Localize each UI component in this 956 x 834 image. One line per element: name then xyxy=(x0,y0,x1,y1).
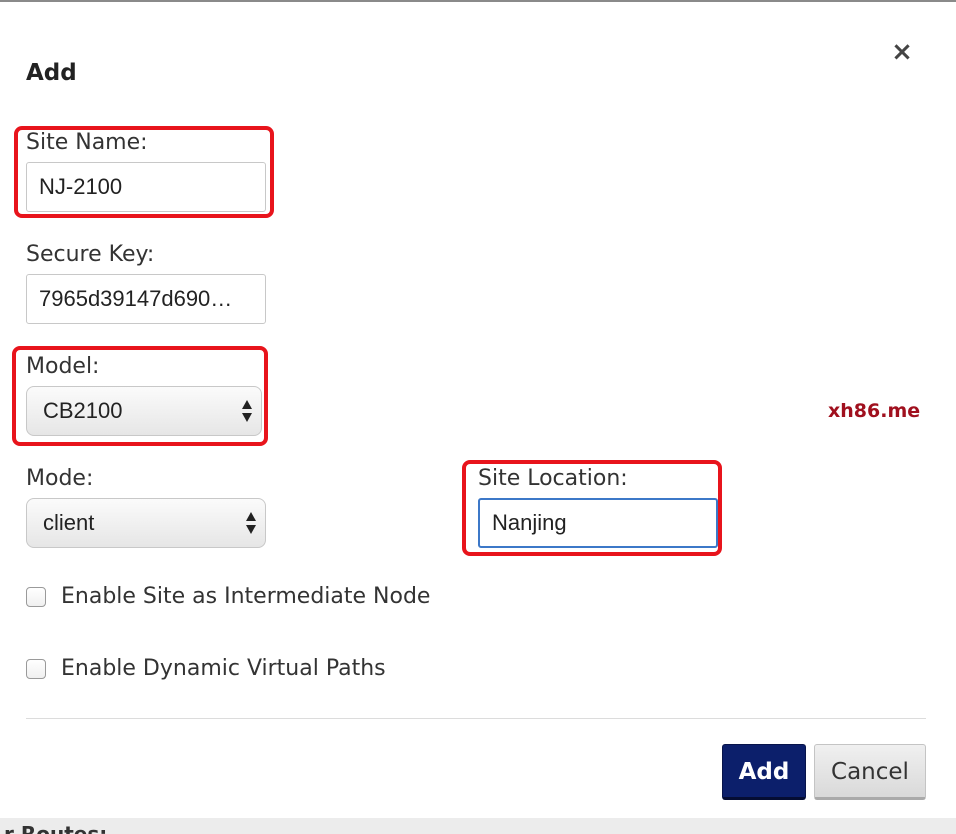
dynamic-paths-checkbox[interactable] xyxy=(26,658,46,679)
site-name-label: Site Name: xyxy=(26,130,148,155)
model-select[interactable]: CB2100 xyxy=(26,386,262,436)
secure-key-input[interactable]: 7965d39147d690… xyxy=(26,274,266,324)
select-arrows-icon xyxy=(242,400,252,422)
site-location-input[interactable]: Nanjing xyxy=(478,498,718,548)
mode-select[interactable]: client xyxy=(26,498,266,548)
mode-label: Mode: xyxy=(26,466,94,491)
intermediate-node-label: Enable Site as Intermediate Node xyxy=(61,584,431,609)
cancel-button[interactable]: Cancel xyxy=(814,744,926,800)
mode-select-value: client xyxy=(43,510,95,535)
add-site-dialog: Add × Site Name: NJ-2100 Secure Key: 796… xyxy=(0,2,956,818)
secure-key-label: Secure Key: xyxy=(26,242,155,267)
dynamic-paths-option[interactable]: Enable Dynamic Virtual Paths xyxy=(26,656,386,681)
close-icon[interactable]: × xyxy=(888,38,916,66)
intermediate-node-checkbox[interactable] xyxy=(26,586,46,607)
site-name-input[interactable]: NJ-2100 xyxy=(26,162,266,212)
dialog-title: Add xyxy=(26,60,77,86)
background-section-label: r Routes: xyxy=(4,822,108,834)
dynamic-paths-label: Enable Dynamic Virtual Paths xyxy=(61,656,386,681)
background-page-strip: r Routes: xyxy=(0,818,956,834)
model-select-value: CB2100 xyxy=(43,398,123,423)
model-label: Model: xyxy=(26,354,100,379)
select-arrows-icon xyxy=(246,512,256,534)
footer-divider xyxy=(26,718,926,719)
intermediate-node-option[interactable]: Enable Site as Intermediate Node xyxy=(26,584,430,609)
watermark-text: xh86.me xyxy=(828,400,921,422)
site-location-label: Site Location: xyxy=(478,466,628,491)
add-button[interactable]: Add xyxy=(722,744,806,800)
